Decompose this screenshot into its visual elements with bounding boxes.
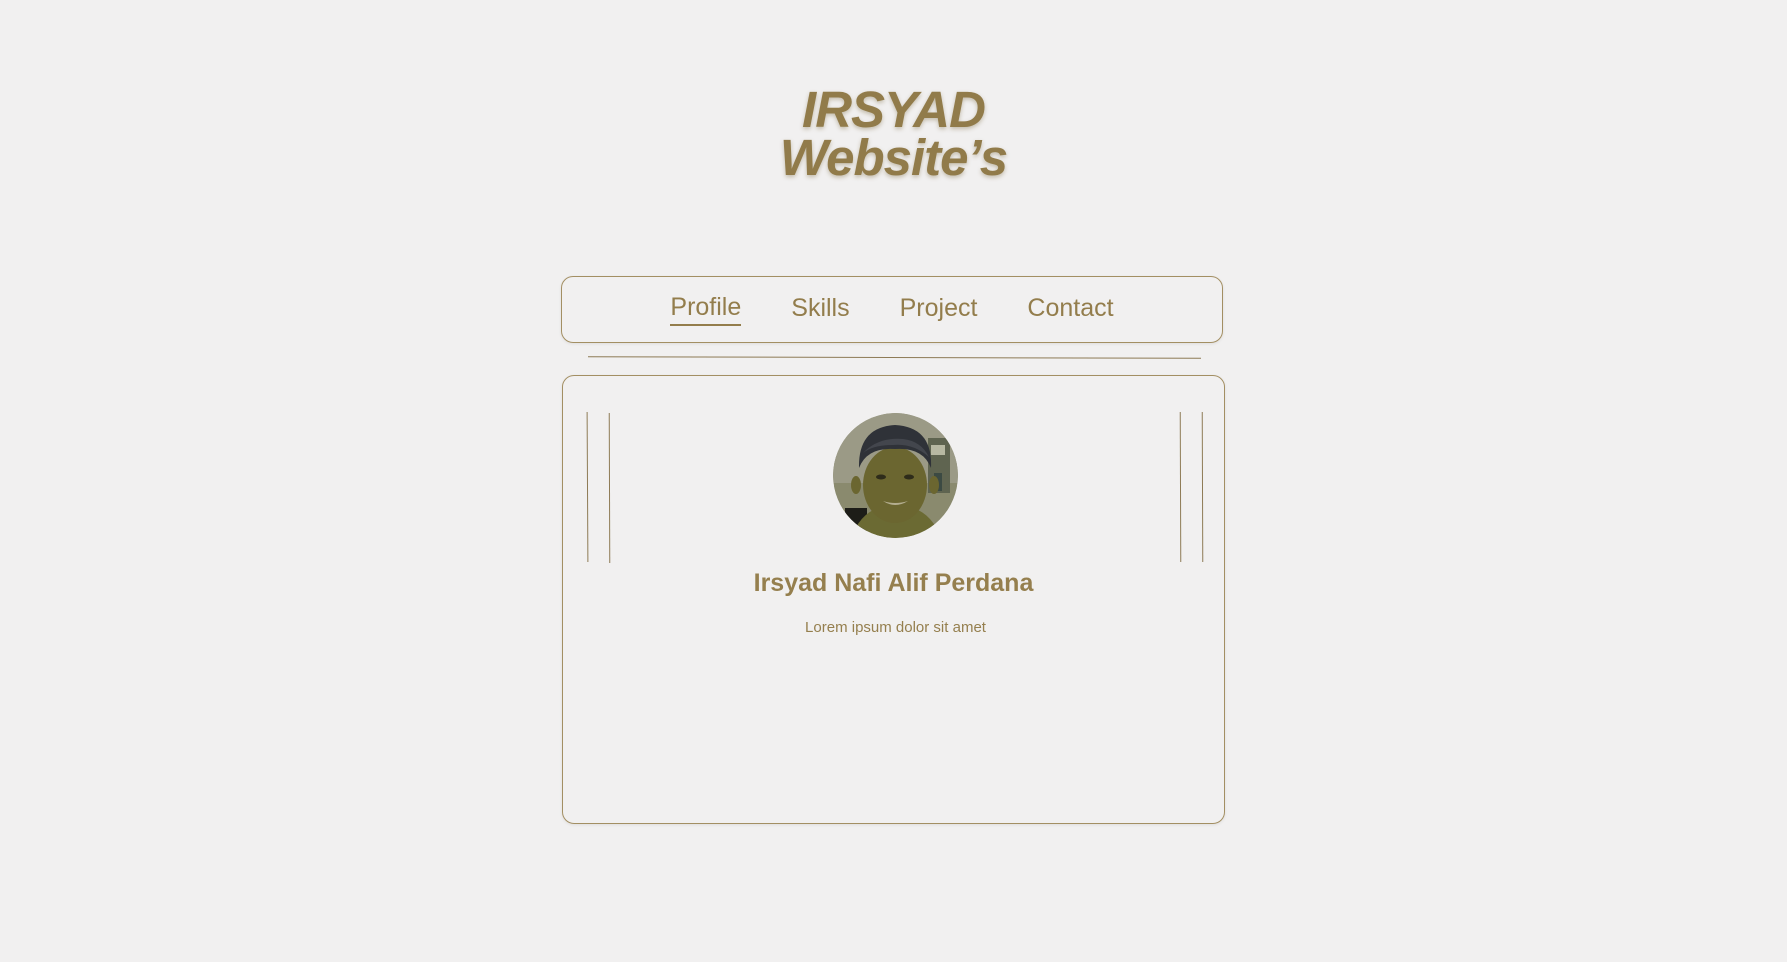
profile-photo-icon <box>833 413 958 538</box>
profile-description: Lorem ipsum dolor sit amet <box>805 619 986 636</box>
site-title-line1: IRSYAD <box>802 81 986 138</box>
nav-link-project[interactable]: Project <box>900 294 978 325</box>
decorative-line-left-inner <box>608 412 611 564</box>
avatar <box>833 413 958 538</box>
site-title-line2: Website’s <box>779 129 1008 186</box>
profile-card: Irsyad Nafi Alif Perdana Lorem ipsum dol… <box>562 375 1225 824</box>
nav-link-skills[interactable]: Skills <box>791 294 849 325</box>
nav-divider <box>587 356 1202 359</box>
nav-link-profile[interactable]: Profile <box>670 293 742 326</box>
main-navbar: Profile Skills Project Contact <box>561 276 1223 343</box>
nav-link-contact[interactable]: Contact <box>1027 294 1113 325</box>
profile-name: Irsyad Nafi Alif Perdana <box>753 569 1034 597</box>
decorative-line-right-inner <box>1179 411 1182 563</box>
decorative-line-right-outer <box>1201 411 1204 563</box>
site-title: IRSYAD Website’s <box>0 81 1787 186</box>
decorative-line-left-outer <box>586 411 589 563</box>
